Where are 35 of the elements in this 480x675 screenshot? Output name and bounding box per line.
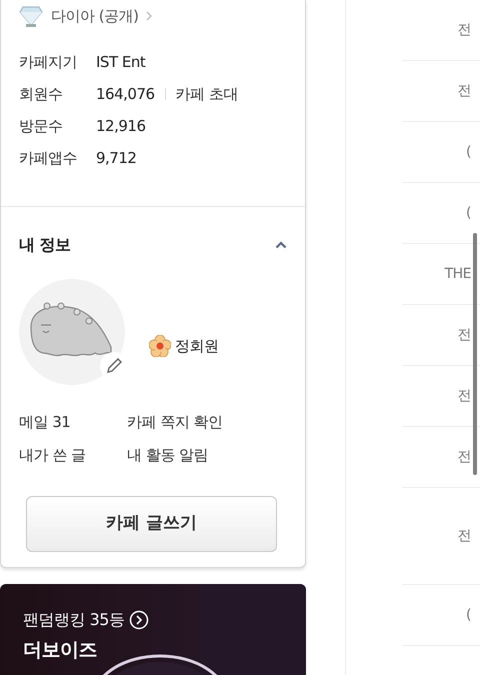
grade-link[interactable]: 다이아 (공개) — [51, 4, 138, 28]
ranking-text[interactable]: 팬덤랭킹 35등 — [23, 608, 124, 632]
stat-value: 164,076 — [96, 84, 155, 105]
row-text: 전 — [458, 526, 471, 546]
stat-value: 12,916 — [96, 116, 146, 137]
row-text: THE — [444, 264, 471, 284]
menu-link[interactable]: 카페 쪽지 확인 — [127, 411, 287, 434]
flower-icon — [149, 335, 171, 357]
row-text: 전 — [458, 326, 471, 344]
row-text: 전 — [458, 82, 471, 100]
row-text: 전 — [458, 20, 471, 40]
section-title: 내 정보 — [19, 234, 71, 256]
diamond-icon — [19, 5, 43, 27]
stat-label: 방문수 — [19, 116, 64, 137]
chevron-right-icon — [146, 11, 152, 21]
scrollbar[interactable] — [473, 233, 477, 475]
menu-link[interactable]: 내가 쓴 글 — [19, 444, 127, 466]
member-level: 정회원 — [175, 336, 218, 357]
menu-link[interactable]: 내 활동 알림 — [127, 444, 287, 466]
row-text: ( — [466, 606, 471, 624]
row-text: ( — [466, 142, 471, 162]
stat-value: 9,712 — [96, 148, 136, 169]
stat-label: 카페지기 — [19, 52, 78, 73]
menu-link[interactable]: 메일 31 — [19, 411, 127, 434]
stat-label: 회원수 — [19, 84, 64, 105]
chevron-up-icon[interactable] — [275, 241, 287, 249]
arrow-circle-icon[interactable] — [129, 610, 150, 630]
row-text: 전 — [458, 448, 471, 466]
artist-name: 더보이즈 — [23, 638, 98, 663]
write-button[interactable]: 카페 글쓰기 — [26, 496, 277, 552]
stat-label: 카페앱수 — [19, 148, 78, 169]
stat-value: IST Ent — [96, 52, 146, 73]
row-text: 전 — [458, 386, 471, 406]
invite-link[interactable]: 카페 초대 — [176, 82, 238, 106]
row-text: ( — [466, 204, 471, 222]
